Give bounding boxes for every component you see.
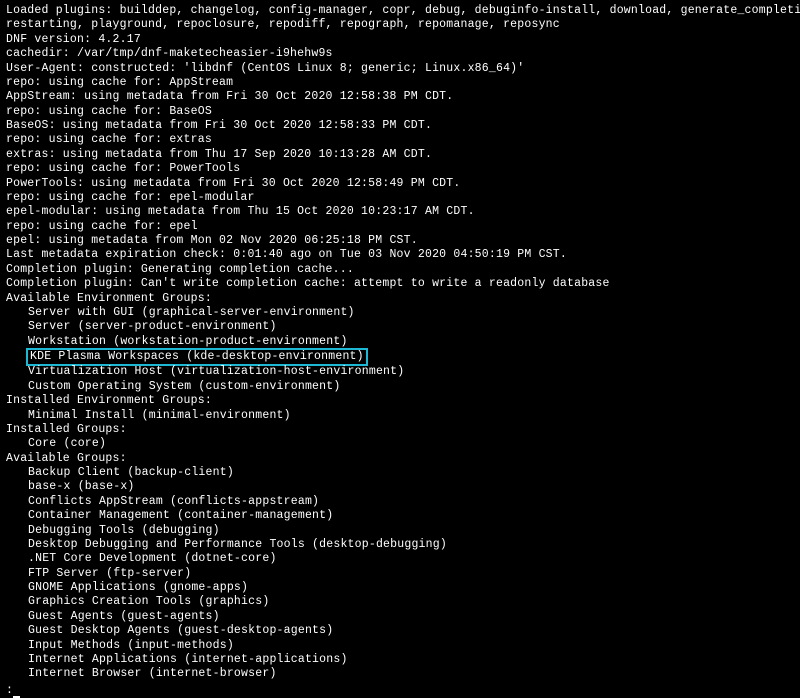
plugins-line-2: restarting, playground, repoclosure, rep…: [6, 18, 794, 32]
repo-line: epel-modular: using metadata from Thu 15…: [6, 205, 794, 219]
repo-line: repo: using cache for: PowerTools: [6, 162, 794, 176]
group-item: Input Methods (input-methods): [6, 639, 794, 653]
group-item: FTP Server (ftp-server): [6, 567, 794, 581]
installed-env-item: Minimal Install (minimal-environment): [6, 409, 794, 423]
repo-line: epel: using metadata from Mon 02 Nov 202…: [6, 234, 794, 248]
group-item: base-x (base-x): [6, 480, 794, 494]
highlighted-kde-item: KDE Plasma Workspaces (kde-desktop-envir…: [26, 348, 368, 366]
section-installed-groups: Installed Groups:: [6, 423, 794, 437]
repo-line: AppStream: using metadata from Fri 30 Oc…: [6, 90, 794, 104]
repo-line: repo: using cache for: AppStream: [6, 76, 794, 90]
cachedir: cachedir: /var/tmp/dnf-maketecheasier-i9…: [6, 47, 794, 61]
metadata-check: Last metadata expiration check: 0:01:40 …: [6, 248, 794, 262]
repo-line: BaseOS: using metadata from Fri 30 Oct 2…: [6, 119, 794, 133]
section-avail-env: Available Environment Groups:: [6, 292, 794, 306]
section-avail-groups: Available Groups:: [6, 452, 794, 466]
section-installed-env: Installed Environment Groups:: [6, 394, 794, 408]
installed-group-item: Core (core): [6, 437, 794, 451]
group-item: Internet Browser (internet-browser): [6, 667, 794, 681]
group-item: .NET Core Development (dotnet-core): [6, 552, 794, 566]
completion-line: Completion plugin: Generating completion…: [6, 263, 794, 277]
group-item: Container Management (container-manageme…: [6, 509, 794, 523]
plugins-line: Loaded plugins: builddep, changelog, con…: [6, 4, 794, 18]
group-item: Desktop Debugging and Performance Tools …: [6, 538, 794, 552]
terminal-output[interactable]: Loaded plugins: builddep, changelog, con…: [6, 4, 794, 698]
group-item: Graphics Creation Tools (graphics): [6, 595, 794, 609]
env-group-item: Server (server-product-environment): [6, 320, 794, 334]
group-item: GNOME Applications (gnome-apps): [6, 581, 794, 595]
group-item: Guest Desktop Agents (guest-desktop-agen…: [6, 624, 794, 638]
group-item: Guest Agents (guest-agents): [6, 610, 794, 624]
group-item: Internet Applications (internet-applicat…: [6, 653, 794, 667]
completion-line: Completion plugin: Can't write completio…: [6, 277, 794, 291]
group-item: Backup Client (backup-client): [6, 466, 794, 480]
repo-line: repo: using cache for: BaseOS: [6, 105, 794, 119]
group-item: Debugging Tools (debugging): [6, 524, 794, 538]
env-group-item: Virtualization Host (virtualization-host…: [6, 365, 794, 379]
repo-line: PowerTools: using metadata from Fri 30 O…: [6, 177, 794, 191]
repo-line: repo: using cache for: epel-modular: [6, 191, 794, 205]
repo-line: extras: using metadata from Thu 17 Sep 2…: [6, 148, 794, 162]
env-group-item: Server with GUI (graphical-server-enviro…: [6, 306, 794, 320]
repo-line: repo: using cache for: extras: [6, 133, 794, 147]
prompt-line[interactable]: :: [6, 684, 794, 698]
env-group-item: Custom Operating System (custom-environm…: [6, 380, 794, 394]
user-agent: User-Agent: constructed: 'libdnf (CentOS…: [6, 62, 794, 76]
dnf-version: DNF version: 4.2.17: [6, 33, 794, 47]
repo-line: repo: using cache for: epel: [6, 220, 794, 234]
env-group-item: Workstation (workstation-product-environ…: [6, 335, 794, 349]
group-item: Conflicts AppStream (conflicts-appstream…: [6, 495, 794, 509]
